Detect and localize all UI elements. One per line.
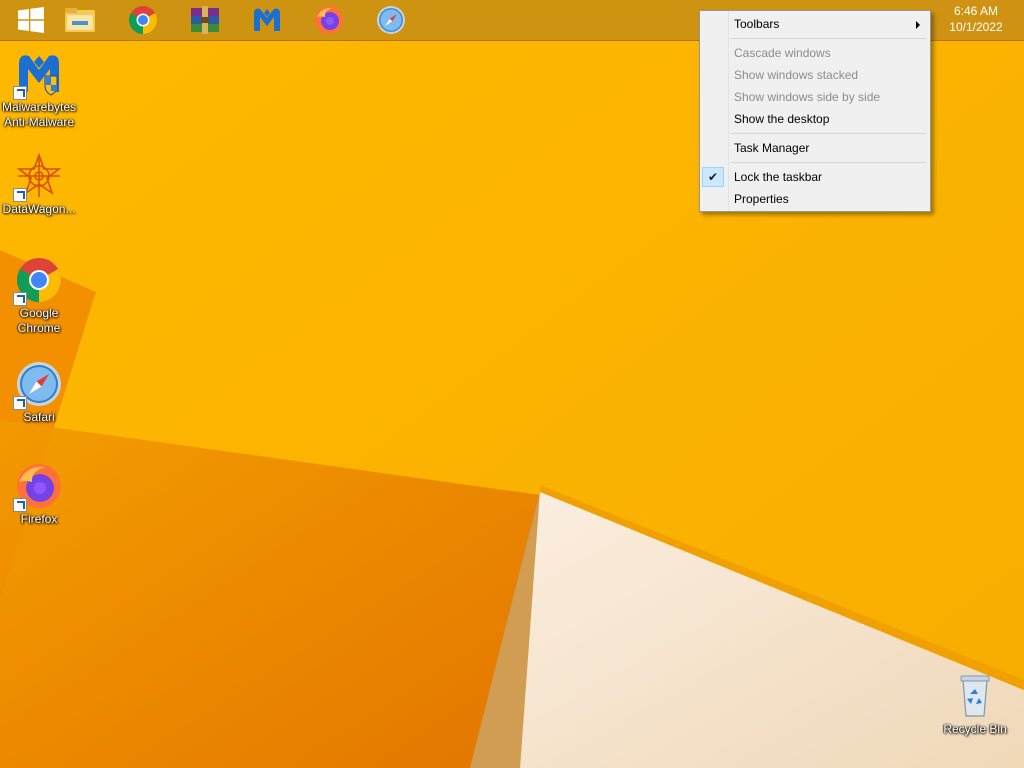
shortcut-arrow-icon xyxy=(13,292,27,306)
file-explorer-icon xyxy=(65,8,95,32)
menu-item-label: Show the desktop xyxy=(734,112,830,126)
clock-date: 10/1/2022 xyxy=(949,20,1003,34)
menu-item-label: Properties xyxy=(734,192,789,206)
chrome-icon xyxy=(129,6,157,34)
menu-item-toolbars[interactable]: Toolbars xyxy=(700,13,930,35)
menu-item-show-windows-side-by-side: Show windows side by side xyxy=(700,86,930,108)
menu-item-show-the-desktop[interactable]: Show the desktop xyxy=(700,108,930,130)
desktop-icon-label: Recycle Bin xyxy=(943,722,1007,736)
menu-item-cascade-windows: Cascade windows xyxy=(700,42,930,64)
taskbar-firefox[interactable] xyxy=(298,0,360,40)
desktop-icon-safari[interactable]: Safari xyxy=(0,360,78,425)
checkmark-icon: ✔ xyxy=(702,167,724,187)
desktop-icon-label: Firefox xyxy=(20,512,58,526)
taskbar-winrar[interactable] xyxy=(174,0,236,40)
menu-separator xyxy=(730,38,926,39)
shortcut-arrow-icon xyxy=(13,188,27,202)
taskbar-malwarebytes[interactable] xyxy=(236,0,298,40)
shortcut-arrow-icon xyxy=(13,498,27,512)
taskbar-chrome[interactable] xyxy=(112,0,174,40)
menu-item-label: Show windows stacked xyxy=(734,68,859,82)
submenu-arrow-icon xyxy=(916,21,920,29)
windows-logo-icon xyxy=(18,7,44,33)
desktop-icon-label: Google Chrome xyxy=(17,306,61,335)
firefox-icon xyxy=(315,6,343,34)
menu-item-label: Toolbars xyxy=(734,17,780,31)
desktop-icon-label: Malwarebytes Anti-Malware xyxy=(1,100,77,129)
menu-item-lock-the-taskbar[interactable]: ✔ Lock the taskbar xyxy=(700,166,930,188)
taskbar-context-menu[interactable]: Toolbars Cascade windows Show windows st… xyxy=(699,10,931,212)
winrar-icon xyxy=(191,6,219,34)
menu-separator xyxy=(730,133,926,134)
shortcut-arrow-icon xyxy=(13,86,27,100)
malwarebytes-icon xyxy=(254,8,280,31)
menu-separator xyxy=(730,162,926,163)
menu-item-label: Cascade windows xyxy=(734,46,831,60)
desktop-icon-label: DataWagon... xyxy=(2,202,76,216)
menu-item-task-manager[interactable]: Task Manager xyxy=(700,137,930,159)
recycle-bin-icon xyxy=(960,675,990,717)
desktop-icon-malwarebytes[interactable]: Malwarebytes Anti-Malware xyxy=(0,50,78,130)
desktop-icon-label: Safari xyxy=(23,410,55,424)
desktop-icon-recycle-bin[interactable]: Recycle Bin xyxy=(936,672,1014,737)
desktop-icon-datawagon[interactable]: DataWagon... xyxy=(0,152,78,217)
taskbar-file-explorer[interactable] xyxy=(49,0,111,40)
desktop-icon-chrome[interactable]: Google Chrome xyxy=(0,256,78,336)
menu-item-label: Lock the taskbar xyxy=(734,170,823,184)
tray-clock[interactable]: 6:46 AM 10/1/2022 xyxy=(936,3,1016,35)
menu-item-properties[interactable]: Properties xyxy=(700,188,930,210)
safari-icon xyxy=(377,6,405,34)
taskbar-safari[interactable] xyxy=(360,0,422,40)
desktop-icon-firefox[interactable]: Firefox xyxy=(0,462,78,527)
menu-item-label: Show windows side by side xyxy=(734,90,881,104)
menu-item-show-windows-stacked: Show windows stacked xyxy=(700,64,930,86)
clock-time: 6:46 AM xyxy=(953,4,999,18)
shortcut-arrow-icon xyxy=(13,396,27,410)
menu-item-label: Task Manager xyxy=(734,141,810,155)
